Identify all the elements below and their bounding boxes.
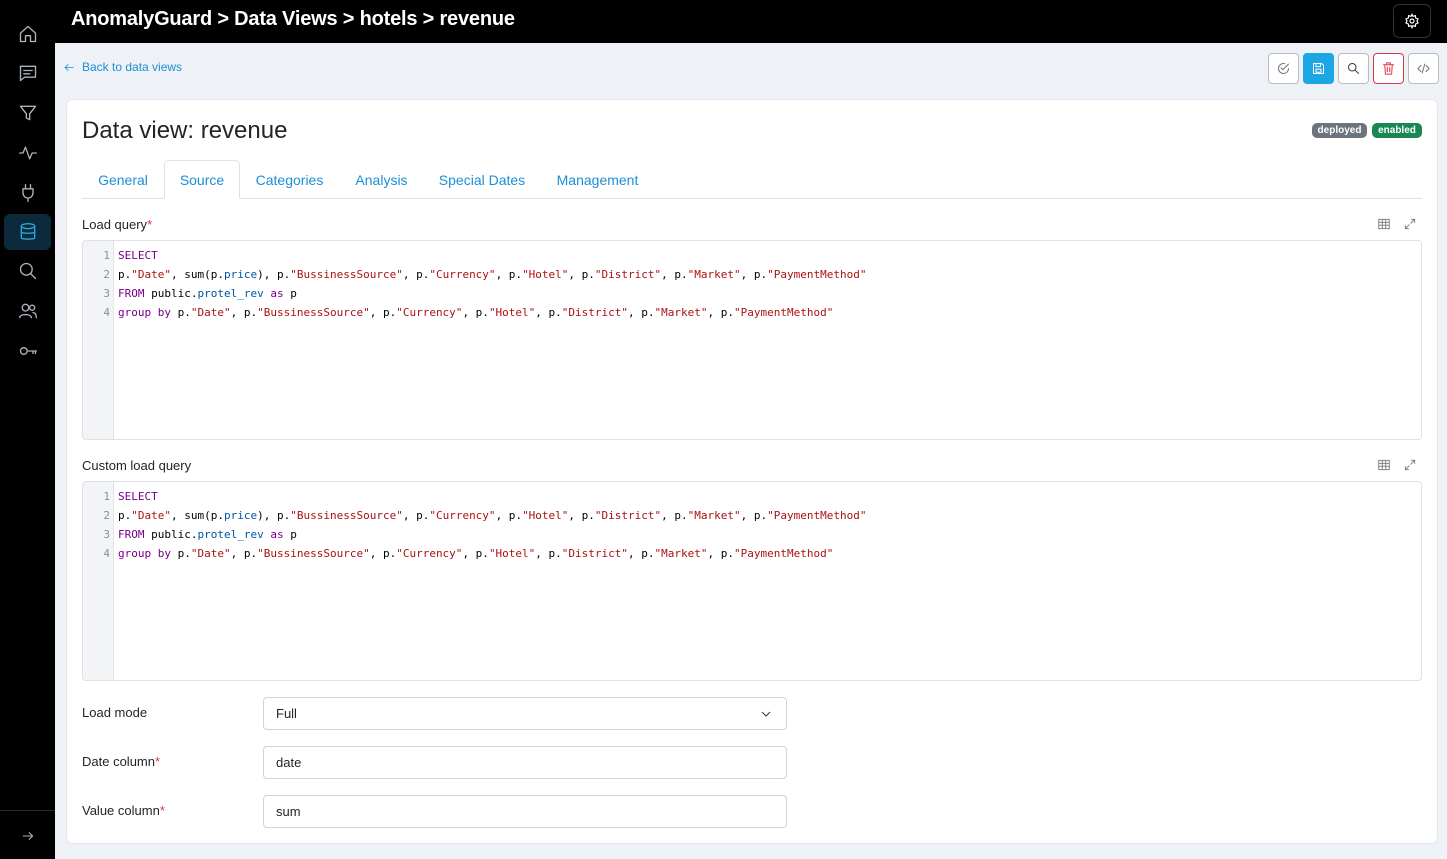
search-icon bbox=[1348, 63, 1359, 74]
validate-icon bbox=[1278, 63, 1290, 74]
sidebar-item-home[interactable] bbox=[4, 16, 51, 52]
sidebar-item-filters[interactable] bbox=[4, 95, 51, 131]
tab-categories[interactable]: Categories bbox=[240, 160, 339, 199]
filter-icon bbox=[19, 105, 36, 121]
tab-special-dates[interactable]: Special Dates bbox=[424, 160, 540, 199]
search-icon bbox=[19, 262, 36, 280]
delete-button[interactable] bbox=[1373, 53, 1404, 84]
activity-icon bbox=[18, 146, 37, 160]
trash-icon bbox=[1383, 62, 1394, 75]
sidebar-item-data-views[interactable] bbox=[4, 214, 51, 250]
value-column-label: Value column* bbox=[82, 803, 165, 818]
home-icon bbox=[19, 25, 36, 43]
arrow-right-icon bbox=[22, 832, 33, 840]
database-icon bbox=[20, 223, 35, 240]
table-icon[interactable] bbox=[1377, 217, 1391, 231]
expand-icon[interactable] bbox=[1403, 458, 1417, 472]
settings-button[interactable] bbox=[1393, 4, 1431, 38]
date-column-label: Date column* bbox=[82, 754, 161, 769]
tab-general[interactable]: General bbox=[82, 160, 164, 199]
tab-bar: General Source Categories Analysis Speci… bbox=[82, 160, 1422, 199]
load-query-tools bbox=[1377, 217, 1417, 231]
load-mode-label: Load mode bbox=[82, 705, 148, 720]
breadcrumb-title: AnomalyGuard > Data Views > hotels > rev… bbox=[71, 8, 515, 30]
load-mode-select[interactable]: Full bbox=[263, 697, 787, 730]
custom-load-query-editor[interactable]: 1 SELECT 2 p."Date", sum(p.price), p."Buss… bbox=[82, 481, 1422, 681]
chevron-down-icon bbox=[760, 708, 772, 720]
sidebar-item-connections[interactable] bbox=[4, 175, 51, 211]
load-mode-value: Full bbox=[276, 706, 297, 721]
validate-button[interactable] bbox=[1268, 53, 1299, 84]
expand-icon[interactable] bbox=[1403, 217, 1417, 231]
load-query-label: Load query* bbox=[82, 217, 153, 232]
sidebar-item-activity[interactable] bbox=[4, 135, 51, 171]
users-icon bbox=[18, 303, 37, 319]
status-badge-deployed: deployed bbox=[1312, 123, 1367, 138]
chat-icon bbox=[19, 65, 36, 82]
top-bar: AnomalyGuard > Data Views > hotels > rev… bbox=[55, 0, 1447, 43]
back-to-data-views-link[interactable]: Back to data views bbox=[63, 60, 182, 74]
custom-load-query-label: Custom load query bbox=[82, 458, 192, 473]
sidebar-expand-button[interactable] bbox=[4, 818, 51, 854]
tab-management[interactable]: Management bbox=[540, 160, 655, 199]
value-column-field[interactable]: sum bbox=[263, 795, 787, 828]
code-icon bbox=[1417, 63, 1430, 74]
plug-icon bbox=[21, 184, 34, 202]
page-title: Data view: revenue bbox=[82, 117, 288, 144]
tab-source[interactable]: Source bbox=[164, 160, 240, 199]
load-query-editor[interactable]: 1 SELECT 2 p."Date", sum(p.price), p."Buss… bbox=[82, 240, 1422, 440]
table-icon[interactable] bbox=[1377, 458, 1391, 472]
search-button[interactable] bbox=[1338, 53, 1369, 84]
date-column-field[interactable]: date bbox=[263, 746, 787, 779]
save-icon bbox=[1313, 63, 1324, 74]
sidebar-item-search[interactable] bbox=[4, 253, 51, 289]
save-button[interactable] bbox=[1303, 53, 1334, 84]
data-view-card: Data view: revenue deployed enabled Gene… bbox=[66, 99, 1438, 844]
sidebar-divider bbox=[0, 810, 55, 811]
status-badge-enabled: enabled bbox=[1372, 123, 1422, 138]
back-link-label: Back to data views bbox=[82, 60, 183, 74]
arrow-left-icon bbox=[64, 63, 74, 71]
code-view-button[interactable] bbox=[1408, 53, 1439, 84]
key-icon bbox=[19, 347, 37, 355]
custom-load-query-tools bbox=[1377, 458, 1417, 472]
sidebar-item-keys[interactable] bbox=[4, 333, 51, 369]
tab-analysis[interactable]: Analysis bbox=[339, 160, 424, 199]
sidebar-item-users[interactable] bbox=[4, 293, 51, 329]
sidebar-item-messages[interactable] bbox=[4, 55, 51, 91]
gear-icon bbox=[1405, 13, 1419, 29]
sidebar bbox=[0, 0, 55, 859]
